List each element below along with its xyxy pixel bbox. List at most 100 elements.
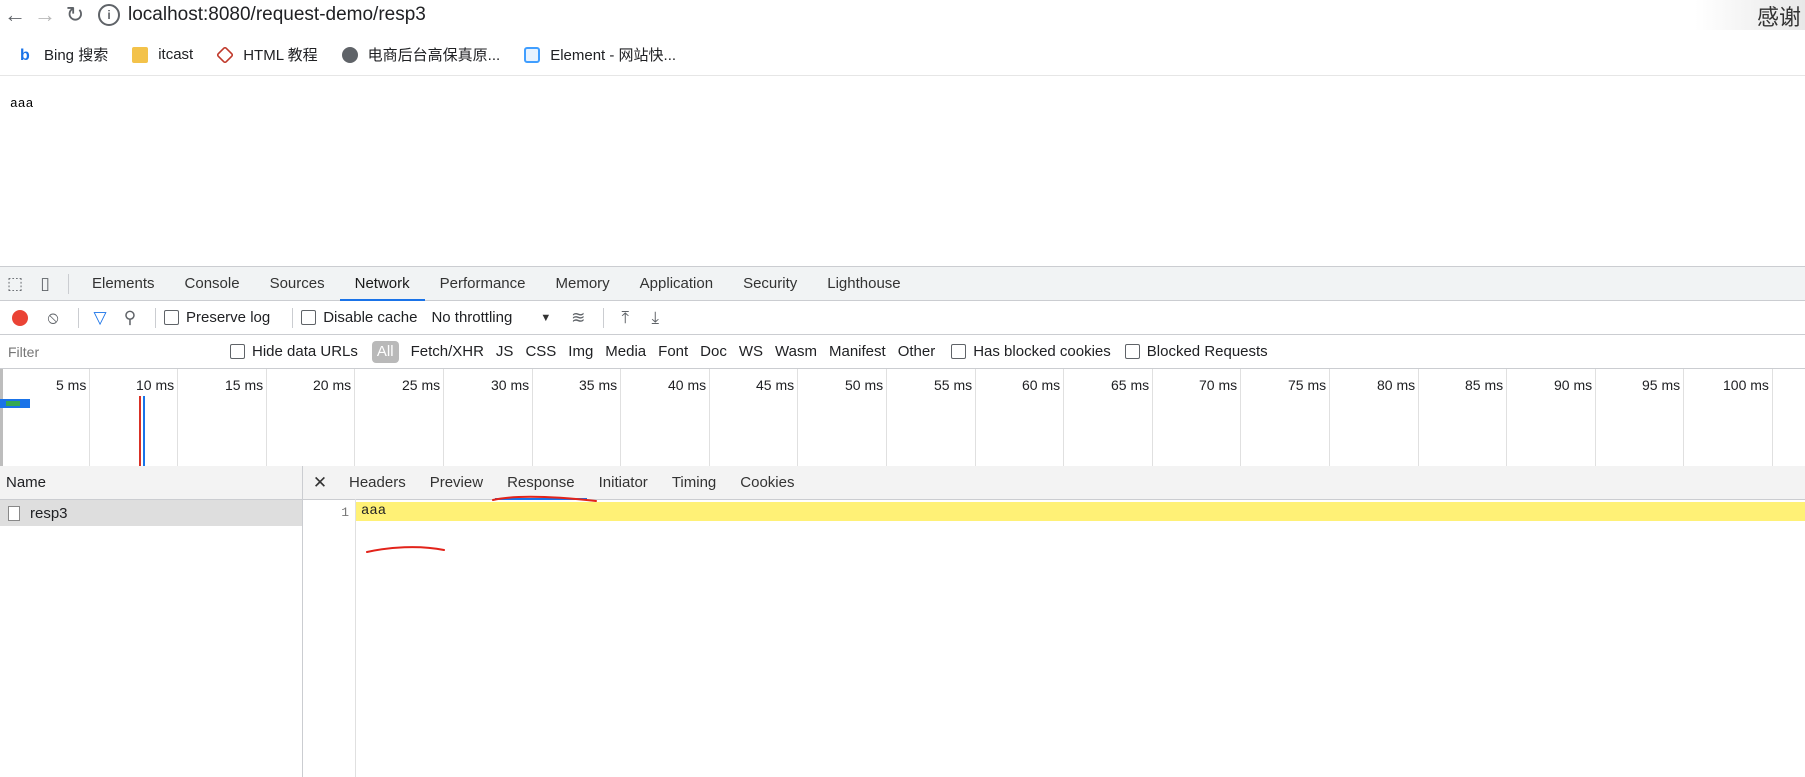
tab-timing[interactable]: Timing <box>660 466 728 499</box>
name-column-header[interactable]: Name <box>0 466 302 500</box>
throttling-select[interactable]: No throttling ▼ <box>431 309 551 326</box>
tab-console[interactable]: Console <box>170 267 255 300</box>
checkbox-box[interactable] <box>301 310 317 325</box>
dom-content-loaded-marker <box>143 396 145 469</box>
network-conditions-button[interactable]: ≋ <box>565 305 591 331</box>
tab-preview[interactable]: Preview <box>418 466 495 499</box>
tab-headers[interactable]: Headers <box>337 466 418 499</box>
checkbox-box[interactable] <box>951 344 967 359</box>
overview-handle[interactable] <box>0 369 3 469</box>
timeline-gridline <box>443 369 444 469</box>
filter-type-css[interactable]: CSS <box>519 341 562 363</box>
tab-application[interactable]: Application <box>625 267 728 300</box>
chevron-down-icon: ▼ <box>540 311 552 324</box>
blocked-requests-checkbox[interactable]: Blocked Requests <box>1124 343 1268 360</box>
has-blocked-cookies-checkbox[interactable]: Has blocked cookies <box>951 343 1111 360</box>
bookmark-label: itcast <box>158 46 194 63</box>
reload-button[interactable]: ↻ <box>60 0 90 30</box>
bookmark-ecommerce[interactable]: 电商后台高保真原... <box>341 44 501 65</box>
bookmark-label: Element - 网站快... <box>550 47 677 64</box>
info-icon[interactable]: i <box>98 4 120 26</box>
timeline-tick-label: 100 ms <box>1723 377 1769 393</box>
timeline-gridline <box>1506 369 1507 469</box>
hide-data-urls-checkbox[interactable]: Hide data URLs <box>230 343 358 360</box>
tab-response[interactable]: Response <box>495 466 587 500</box>
tab-lighthouse[interactable]: Lighthouse <box>812 267 915 300</box>
filter-input[interactable] <box>6 338 210 365</box>
record-button[interactable] <box>12 309 28 326</box>
timeline-gridline <box>620 369 621 469</box>
timeline-gridline <box>797 369 798 469</box>
tab-sources[interactable]: Sources <box>255 267 340 300</box>
filter-type-other[interactable]: Other <box>892 341 942 363</box>
back-button[interactable]: ← <box>0 0 30 30</box>
devtools-tab-bar: ⬚ ▯ Elements Console Sources Network Per… <box>0 267 1805 301</box>
bookmark-html[interactable]: HTML 教程 <box>216 44 318 65</box>
arrow-right-icon: → <box>34 2 56 27</box>
timeline-tick-label: 30 ms <box>491 377 530 393</box>
tab-initiator[interactable]: Initiator <box>587 466 660 499</box>
timeline-tick-label: 65 ms <box>1111 377 1150 393</box>
element-icon <box>524 46 541 63</box>
filter-toggle-button[interactable]: ▽ <box>87 305 113 331</box>
import-har-button[interactable]: ⤒ <box>612 305 638 331</box>
timeline-gridline <box>266 369 267 469</box>
request-row[interactable]: resp3 <box>0 500 302 526</box>
checkbox-label: Disable cache <box>323 309 418 326</box>
tab-performance[interactable]: Performance <box>425 267 541 300</box>
filter-type-wasm[interactable]: Wasm <box>769 341 823 363</box>
filter-type-font[interactable]: Font <box>652 341 694 363</box>
close-icon[interactable]: ✕ <box>303 473 337 493</box>
requests-split-view: Name resp3 ✕ Headers Preview Response In… <box>0 466 1805 777</box>
filter-type-doc[interactable]: Doc <box>694 341 733 363</box>
checkbox-label: Hide data URLs <box>252 343 358 360</box>
search-button[interactable]: ⚲ <box>117 305 143 331</box>
address-bar[interactable]: i localhost:8080/request-demo/resp3 <box>98 4 426 26</box>
tab-security[interactable]: Security <box>728 267 812 300</box>
bookmarks-bar: b Bing 搜索 itcast HTML 教程 电商后台高保真原... Ele… <box>0 34 1805 76</box>
timeline-tick-label: 85 ms <box>1465 377 1504 393</box>
preserve-log-checkbox[interactable]: Preserve log <box>164 309 270 326</box>
checkbox-box[interactable] <box>1124 344 1140 359</box>
bookmark-itcast[interactable]: itcast <box>132 46 193 63</box>
download-icon: ⤓ <box>651 307 659 327</box>
watermark: 感谢 <box>1695 0 1805 31</box>
tab-network[interactable]: Network <box>339 267 425 301</box>
filter-type-manifest[interactable]: Manifest <box>823 341 892 363</box>
tab-elements[interactable]: Elements <box>77 267 170 300</box>
timeline-tick-label: 25 ms <box>402 377 441 393</box>
block-icon: ⦸ <box>47 307 59 327</box>
network-toolbar: ⦸ ▽ ⚲ Preserve log Disable cache No thro… <box>0 301 1805 335</box>
arrow-left-icon: ← <box>4 2 26 27</box>
filter-type-fetch-xhr[interactable]: Fetch/XHR <box>405 341 490 363</box>
load-event-marker <box>139 396 141 469</box>
timeline-gridline <box>532 369 533 469</box>
export-har-button[interactable]: ⤓ <box>642 305 668 331</box>
bookmark-bing[interactable]: b Bing 搜索 <box>20 44 108 65</box>
timeline-tick-label: 60 ms <box>1022 377 1061 393</box>
inspect-element-button[interactable]: ⬚ <box>0 267 30 300</box>
bookmark-label: 电商后台高保真原... <box>367 47 501 64</box>
tab-cookies[interactable]: Cookies <box>728 466 806 499</box>
disable-cache-checkbox[interactable]: Disable cache <box>301 309 417 326</box>
timeline-tick-label: 80 ms <box>1377 377 1416 393</box>
tab-memory[interactable]: Memory <box>541 267 625 300</box>
filter-type-img[interactable]: Img <box>562 341 599 363</box>
response-line: aaa <box>356 502 1805 521</box>
timeline-gridline <box>354 369 355 469</box>
timeline-gridline <box>1595 369 1596 469</box>
device-toolbar-button[interactable]: ▯ <box>30 267 60 300</box>
checkbox-box[interactable] <box>230 344 245 359</box>
filter-type-js[interactable]: JS <box>490 341 520 363</box>
timeline-overview[interactable]: 5 ms 10 ms 15 ms 20 ms 25 ms 30 ms 35 ms 40 ms 4… <box>0 369 1805 470</box>
filter-type-ws[interactable]: WS <box>733 341 769 363</box>
forward-button[interactable]: → <box>30 0 60 30</box>
timeline-tick-label: 95 ms <box>1642 377 1681 393</box>
filter-type-all[interactable]: All <box>371 340 399 363</box>
filter-type-media[interactable]: Media <box>599 341 652 363</box>
timeline-gridline <box>1772 369 1773 469</box>
bookmark-element[interactable]: Element - 网站快... <box>524 44 676 65</box>
checkbox-box[interactable] <box>164 310 179 325</box>
clear-button[interactable]: ⦸ <box>40 305 66 331</box>
response-viewer[interactable]: 1 aaa <box>303 499 1805 777</box>
